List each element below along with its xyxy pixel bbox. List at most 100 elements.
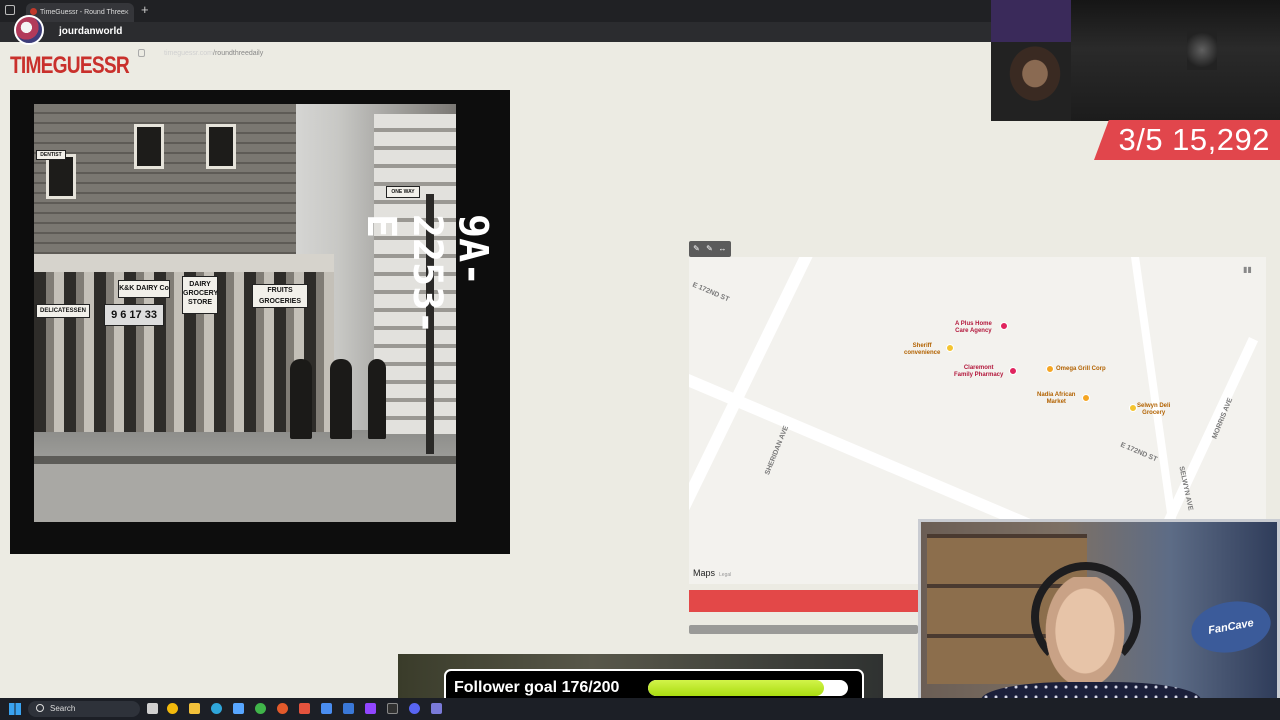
map-poi-aplus-line1: A Plus Home	[955, 321, 992, 327]
map-poi-aplus[interactable]: A Plus Home Care Agency	[955, 321, 992, 335]
photo-sign-dairy: DAIRY GROCERY STORE	[182, 276, 218, 314]
photo-sign-prices: 9 6 17 33	[104, 304, 164, 326]
map-poi-sheriff-marker-icon[interactable]	[946, 344, 954, 352]
photo-sign-dairy-line1: DAIRY	[189, 281, 211, 288]
edge-icon[interactable]	[211, 703, 222, 714]
map-poi-aplus-marker-icon[interactable]	[1000, 322, 1008, 330]
photo-window	[46, 154, 76, 199]
webcam-top-streamer	[991, 42, 1071, 121]
url-field[interactable]: timeguessr.com/roundthreedaily	[164, 50, 263, 57]
map-poi-omega-marker-icon[interactable]	[1046, 365, 1054, 373]
follower-goal-track	[648, 680, 848, 696]
stream-chat-overlay	[991, 0, 1071, 42]
xbox-icon[interactable]	[255, 703, 266, 714]
taskbar-search[interactable]: Search	[28, 701, 140, 717]
tab-actions-icon[interactable]	[5, 5, 15, 15]
photo-curb	[34, 456, 456, 464]
map-poi-nadia[interactable]: Nadia African Market	[1037, 392, 1075, 406]
map-poi-selwyn-deli-line2: Grocery	[1142, 410, 1166, 416]
photo-sign-dentist: DENTIST	[36, 150, 66, 160]
game-scene-light	[1187, 30, 1217, 70]
map-edit-tool-icon[interactable]: ✎	[705, 244, 714, 254]
photo-pedestrian	[330, 359, 352, 439]
discord-icon[interactable]	[409, 703, 420, 714]
apple-maps-brand: Maps Legal	[693, 568, 731, 578]
map-poi-selwyn-deli[interactable]: Selwyn Deli Grocery	[1137, 403, 1170, 417]
taskbar-search-placeholder: Search	[50, 704, 76, 713]
new-tab-plus-icon[interactable]: +	[141, 2, 149, 17]
search-icon	[36, 704, 44, 712]
map-poi-sheriff-line2: convenience	[904, 350, 941, 356]
timeguessr-logo[interactable]: TIMEGUESSR	[10, 52, 130, 80]
screen: { "browser": { "tab_title": "TimeGuessr …	[0, 0, 1280, 720]
photo-sign-kosher: K&K DAIRY Co	[118, 280, 170, 298]
guess-button[interactable]	[689, 590, 918, 612]
round-score-overlay: 3/5 15,292	[1094, 120, 1280, 160]
tab-title: TimeGuessr - Round Three	[40, 9, 125, 16]
channel-avatar	[14, 15, 44, 45]
maps-legal-link[interactable]: Legal	[719, 572, 731, 578]
chrome-icon[interactable]	[167, 703, 178, 714]
map-poi-aplus-line2: Care Agency	[955, 328, 992, 334]
map-poi-omega[interactable]: Omega Grill Corp	[1056, 366, 1106, 373]
photo-window	[134, 124, 164, 169]
game-scene-overlay	[1071, 0, 1280, 121]
app-icon[interactable]	[321, 703, 332, 714]
map-poi-claremont-line2: Family Pharmacy	[954, 372, 1004, 378]
round-photo-frame: DAIRY GROCERY STORE FRUITS GROCERIES K&K…	[10, 90, 510, 554]
map-poi-nadia-line2: Market	[1046, 399, 1066, 405]
app-icon[interactable]	[343, 703, 354, 714]
photo-sign-dairy-line2: GROCERY	[183, 290, 219, 297]
steam-icon[interactable]	[233, 703, 244, 714]
map-poi-sheriff[interactable]: Sheriff convenience	[904, 343, 940, 357]
follower-goal-label: Follower goal 176/200	[454, 679, 620, 696]
map-poi-claremont[interactable]: Claremont Family Pharmacy	[954, 365, 1003, 379]
map-expand-tool-icon[interactable]: ↔	[718, 244, 727, 254]
map-poi-sheriff-line1: Sheriff	[912, 343, 932, 349]
timeguessr-favicon-icon	[30, 8, 37, 15]
photo-pedestrian	[290, 359, 312, 439]
url-host: timeguessr.com	[164, 50, 214, 57]
close-tab-icon[interactable]: ×	[124, 7, 129, 17]
map-layers-icon[interactable]: ▮▮	[1243, 265, 1252, 274]
map-pin-tool-icon[interactable]: ✎	[692, 244, 701, 254]
streamer-head	[1039, 577, 1131, 697]
webcam-top-overlay	[991, 0, 1280, 121]
app-icon[interactable]	[431, 703, 442, 714]
browser-tab-timeguessr[interactable]: TimeGuessr - Round Three ×	[26, 3, 134, 22]
webcam-bottom-overlay: FanCave	[918, 519, 1280, 720]
map-label-e172-east: E 172ND ST	[1119, 441, 1159, 464]
maps-brand-label: Maps	[693, 568, 716, 578]
photo-sign-dairy-line3: STORE	[188, 299, 212, 306]
url-path: /roundthreedaily	[213, 50, 264, 57]
follower-goal-fill	[648, 680, 824, 696]
photo-sign-delicatessen: DELICATESSEN	[36, 304, 90, 318]
file-explorer-icon[interactable]	[189, 703, 200, 714]
map-poi-claremont-marker-icon[interactable]	[1009, 367, 1017, 375]
year-slider-track[interactable]	[689, 625, 918, 634]
map-poi-claremont-line1: Claremont	[963, 365, 994, 371]
map-label-sheridan: SHERIDAN AVE	[764, 425, 791, 476]
photo-sign-fruits: FRUITS GROCERIES	[252, 284, 308, 308]
map-label-e172-west: E 172ND ST	[691, 281, 731, 304]
photo-window	[206, 124, 236, 169]
firefox-icon[interactable]	[277, 703, 288, 714]
photo-awning	[34, 254, 334, 272]
map-poi-selwyn-deli-marker-icon[interactable]	[1129, 404, 1137, 412]
photo-pedestrian	[368, 359, 386, 439]
map-poi-nadia-marker-icon[interactable]	[1082, 394, 1090, 402]
windows-taskbar: Search	[0, 698, 1280, 720]
obs-icon[interactable]	[387, 703, 398, 714]
twitch-icon[interactable]	[365, 703, 376, 714]
task-view-icon[interactable]	[147, 703, 158, 714]
start-menu-icon[interactable]	[9, 703, 21, 715]
photo-edge-marking: 9A-2253-E	[358, 214, 496, 335]
channel-name: jourdanworld	[59, 26, 123, 37]
photo-sign-street: ONE WAY	[386, 186, 420, 198]
map-poi-selwyn-deli-line1: Selwyn Deli	[1137, 403, 1171, 409]
map-poi-nadia-line1: Nadia African	[1037, 392, 1076, 398]
site-info-lock-icon[interactable]	[138, 49, 145, 57]
photo-street	[34, 464, 456, 522]
map-toolbar: ✎ ✎ ↔	[689, 241, 731, 257]
brave-icon[interactable]	[299, 703, 310, 714]
